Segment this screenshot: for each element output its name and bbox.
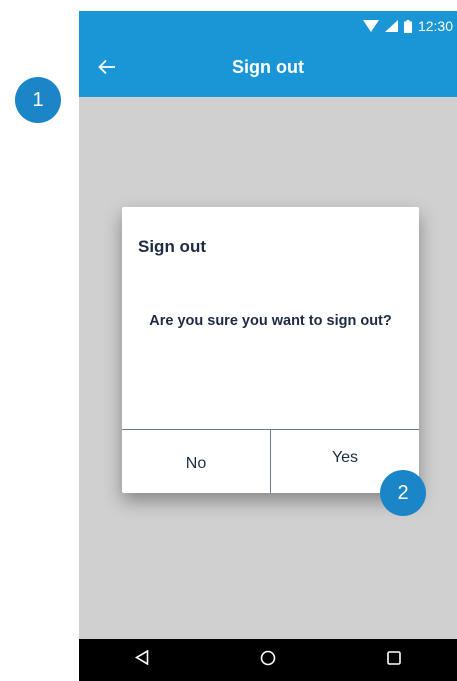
dialog-message: Are you sure you want to sign out? bbox=[149, 313, 392, 329]
nav-home-button[interactable] bbox=[248, 645, 288, 675]
recents-square-icon bbox=[387, 650, 401, 670]
sign-out-dialog: Sign out Are you sure you want to sign o… bbox=[122, 207, 419, 493]
signal-icon bbox=[384, 20, 398, 32]
dialog-title: Sign out bbox=[138, 237, 206, 256]
dialog-actions: No Yes bbox=[122, 429, 419, 493]
callout-marker-1: 1 bbox=[15, 77, 61, 123]
navigation-bar bbox=[79, 639, 457, 681]
nav-recents-button[interactable] bbox=[374, 645, 414, 675]
app-bar: Sign out bbox=[79, 41, 457, 97]
nav-back-button[interactable] bbox=[122, 645, 162, 675]
battery-icon bbox=[403, 19, 412, 33]
phone-screen: 12:30 Sign out Sign out Are you sure you… bbox=[79, 11, 457, 681]
page-title: Sign out bbox=[232, 57, 304, 77]
status-time: 12:30 bbox=[417, 18, 453, 34]
back-triangle-icon bbox=[134, 649, 149, 670]
status-bar: 12:30 bbox=[79, 11, 457, 41]
status-icons: 12:30 bbox=[362, 16, 453, 36]
no-button[interactable]: No bbox=[122, 430, 271, 493]
home-circle-icon bbox=[260, 650, 276, 671]
wifi-icon bbox=[362, 20, 379, 32]
callout-marker-2: 2 bbox=[380, 470, 426, 516]
